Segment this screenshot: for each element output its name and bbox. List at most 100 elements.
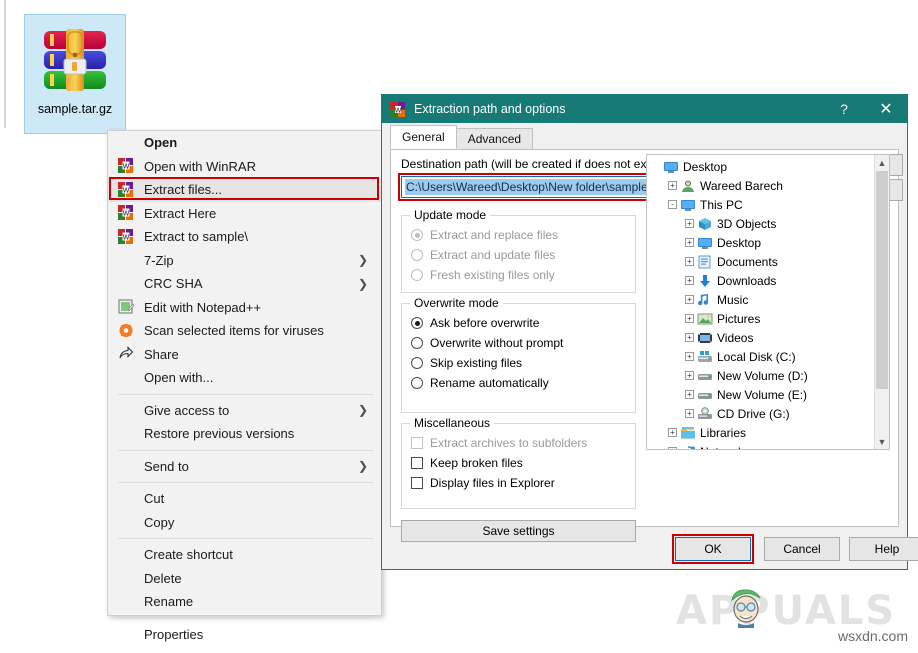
menu-icon-placeholder bbox=[118, 426, 136, 442]
tree-node-desktop[interactable]: Desktop bbox=[647, 157, 873, 176]
tab-advanced[interactable]: Advanced bbox=[456, 128, 533, 150]
chevron-up-icon[interactable]: ▲ bbox=[875, 155, 889, 170]
tree-node-label: CD Drive (G:) bbox=[717, 407, 790, 421]
checkbox-row-display-files-in-explorer[interactable]: Display files in Explorer bbox=[402, 473, 635, 493]
menu-separator bbox=[118, 394, 373, 395]
radio-label: Fresh existing files only bbox=[430, 268, 555, 282]
expand-icon[interactable]: + bbox=[685, 390, 694, 399]
expand-icon[interactable]: + bbox=[685, 257, 694, 266]
menu-item-open-with-winrar[interactable]: WOpen with WinRAR bbox=[108, 155, 381, 179]
cancel-button[interactable]: Cancel bbox=[764, 537, 840, 561]
expand-icon[interactable]: + bbox=[685, 352, 694, 361]
folder-tree[interactable]: Desktop +Wareed Barech-This PC+3D Objects… bbox=[646, 154, 890, 450]
scrollbar-thumb[interactable] bbox=[876, 171, 888, 389]
menu-item-edit-with-notepad[interactable]: Edit with Notepad++ bbox=[108, 296, 381, 320]
menu-item-open-with[interactable]: Open with... bbox=[108, 366, 381, 390]
expand-icon[interactable]: + bbox=[685, 276, 694, 285]
tree-node-network[interactable]: +Network bbox=[647, 442, 873, 450]
menu-item-scan-selected-items-for-viruses[interactable]: Scan selected items for viruses bbox=[108, 319, 381, 343]
menu-item-open[interactable]: Open bbox=[108, 131, 381, 155]
chevron-down-icon[interactable]: ▼ bbox=[875, 434, 889, 449]
notepad-plus-icon bbox=[118, 299, 136, 315]
checkbox[interactable] bbox=[411, 457, 423, 469]
picture-icon bbox=[697, 312, 713, 326]
chevron-right-icon: ❯ bbox=[358, 277, 368, 291]
menu-item-extract-here[interactable]: WExtract Here bbox=[108, 202, 381, 226]
radio-button[interactable] bbox=[411, 377, 423, 389]
menu-item-label: Extract Here bbox=[144, 206, 216, 221]
tree-node-music[interactable]: +Music bbox=[647, 290, 873, 309]
menu-item-create-shortcut[interactable]: Create shortcut bbox=[108, 543, 381, 567]
tree-node-desktop[interactable]: +Desktop bbox=[647, 233, 873, 252]
menu-item-label: Delete bbox=[144, 571, 182, 586]
tree-node-3d-objects[interactable]: +3D Objects bbox=[647, 214, 873, 233]
drive-icon bbox=[697, 369, 713, 383]
tree-node-this-pc[interactable]: -This PC bbox=[647, 195, 873, 214]
radio-row-skip-existing-files[interactable]: Skip existing files bbox=[402, 353, 635, 373]
expand-icon[interactable]: + bbox=[685, 238, 694, 247]
menu-item-cut[interactable]: Cut bbox=[108, 487, 381, 511]
windows-drive-icon bbox=[697, 350, 713, 364]
menu-item-7-zip[interactable]: 7-Zip❯ bbox=[108, 249, 381, 273]
svg-text:W: W bbox=[123, 234, 130, 241]
menu-item-give-access-to[interactable]: Give access to❯ bbox=[108, 399, 381, 423]
tree-scrollbar[interactable]: ▲ ▼ bbox=[874, 155, 889, 449]
tab-general[interactable]: General bbox=[390, 125, 457, 149]
expand-icon[interactable]: + bbox=[685, 295, 694, 304]
desktop-file-icon[interactable]: sample.tar.gz bbox=[24, 14, 126, 134]
expand-icon[interactable]: + bbox=[668, 447, 677, 450]
ok-button[interactable]: OK bbox=[675, 537, 751, 561]
expand-icon[interactable]: + bbox=[685, 333, 694, 342]
help-button-titlebar[interactable]: ? bbox=[827, 95, 861, 123]
tree-node-new-volume-d[interactable]: +New Volume (D:) bbox=[647, 366, 873, 385]
menu-icon-placeholder bbox=[118, 491, 136, 507]
tree-node-downloads[interactable]: +Downloads bbox=[647, 271, 873, 290]
menu-item-rename[interactable]: Rename bbox=[108, 590, 381, 614]
radio-button[interactable] bbox=[411, 357, 423, 369]
menu-item-extract-files[interactable]: WExtract files... bbox=[108, 178, 381, 202]
expand-icon[interactable]: + bbox=[668, 181, 677, 190]
menu-item-send-to[interactable]: Send to❯ bbox=[108, 455, 381, 479]
menu-item-share[interactable]: Share bbox=[108, 343, 381, 367]
tree-node-local-disk-c[interactable]: +Local Disk (C:) bbox=[647, 347, 873, 366]
expand-icon[interactable]: + bbox=[668, 428, 677, 437]
tree-node-pictures[interactable]: +Pictures bbox=[647, 309, 873, 328]
radio-button[interactable] bbox=[411, 317, 423, 329]
tree-node-videos[interactable]: +Videos bbox=[647, 328, 873, 347]
help-button[interactable]: Help bbox=[849, 537, 918, 561]
expand-icon[interactable]: + bbox=[685, 314, 694, 323]
menu-item-label: Scan selected items for viruses bbox=[144, 323, 324, 338]
radio-row-overwrite-without-prompt[interactable]: Overwrite without prompt bbox=[402, 333, 635, 353]
radio-button bbox=[411, 249, 423, 261]
menu-item-crc-sha[interactable]: CRC SHA ❯ bbox=[108, 272, 381, 296]
menu-item-copy[interactable]: Copy bbox=[108, 511, 381, 535]
tree-node-wareed-barech[interactable]: +Wareed Barech bbox=[647, 176, 873, 195]
drive-icon bbox=[697, 388, 713, 402]
radio-row-ask-before-overwrite[interactable]: Ask before overwrite bbox=[402, 313, 635, 333]
tree-node-cd-drive-g[interactable]: + CD Drive (G:) bbox=[647, 404, 873, 423]
menu-icon-placeholder bbox=[118, 370, 136, 386]
menu-item-delete[interactable]: Delete bbox=[108, 567, 381, 591]
menu-item-label: CRC SHA bbox=[144, 276, 203, 291]
menu-item-extract-to-sample[interactable]: WExtract to sample\ bbox=[108, 225, 381, 249]
tree-node-label: Desktop bbox=[683, 160, 727, 174]
checkbox-row-keep-broken-files[interactable]: Keep broken files bbox=[402, 453, 635, 473]
miscellaneous-title: Miscellaneous bbox=[410, 416, 494, 430]
expand-icon[interactable]: + bbox=[685, 409, 694, 418]
update-mode-title: Update mode bbox=[410, 208, 490, 222]
collapse-icon[interactable]: - bbox=[668, 200, 677, 209]
radio-button[interactable] bbox=[411, 337, 423, 349]
tree-node-new-volume-e[interactable]: +New Volume (E:) bbox=[647, 385, 873, 404]
expand-icon[interactable]: + bbox=[685, 371, 694, 380]
watermark: APPUALS wsxdn.com bbox=[676, 584, 912, 646]
menu-item-restore-previous-versions[interactable]: Restore previous versions bbox=[108, 422, 381, 446]
menu-item-properties[interactable]: Properties bbox=[108, 623, 381, 647]
network-icon bbox=[680, 445, 696, 451]
tree-node-libraries[interactable]: +Libraries bbox=[647, 423, 873, 442]
expand-icon[interactable]: + bbox=[685, 219, 694, 228]
checkbox[interactable] bbox=[411, 477, 423, 489]
close-icon[interactable]: ✕ bbox=[869, 95, 903, 123]
antivirus-icon bbox=[118, 323, 136, 339]
radio-row-rename-automatically[interactable]: Rename automatically bbox=[402, 373, 635, 393]
tree-node-documents[interactable]: +Documents bbox=[647, 252, 873, 271]
